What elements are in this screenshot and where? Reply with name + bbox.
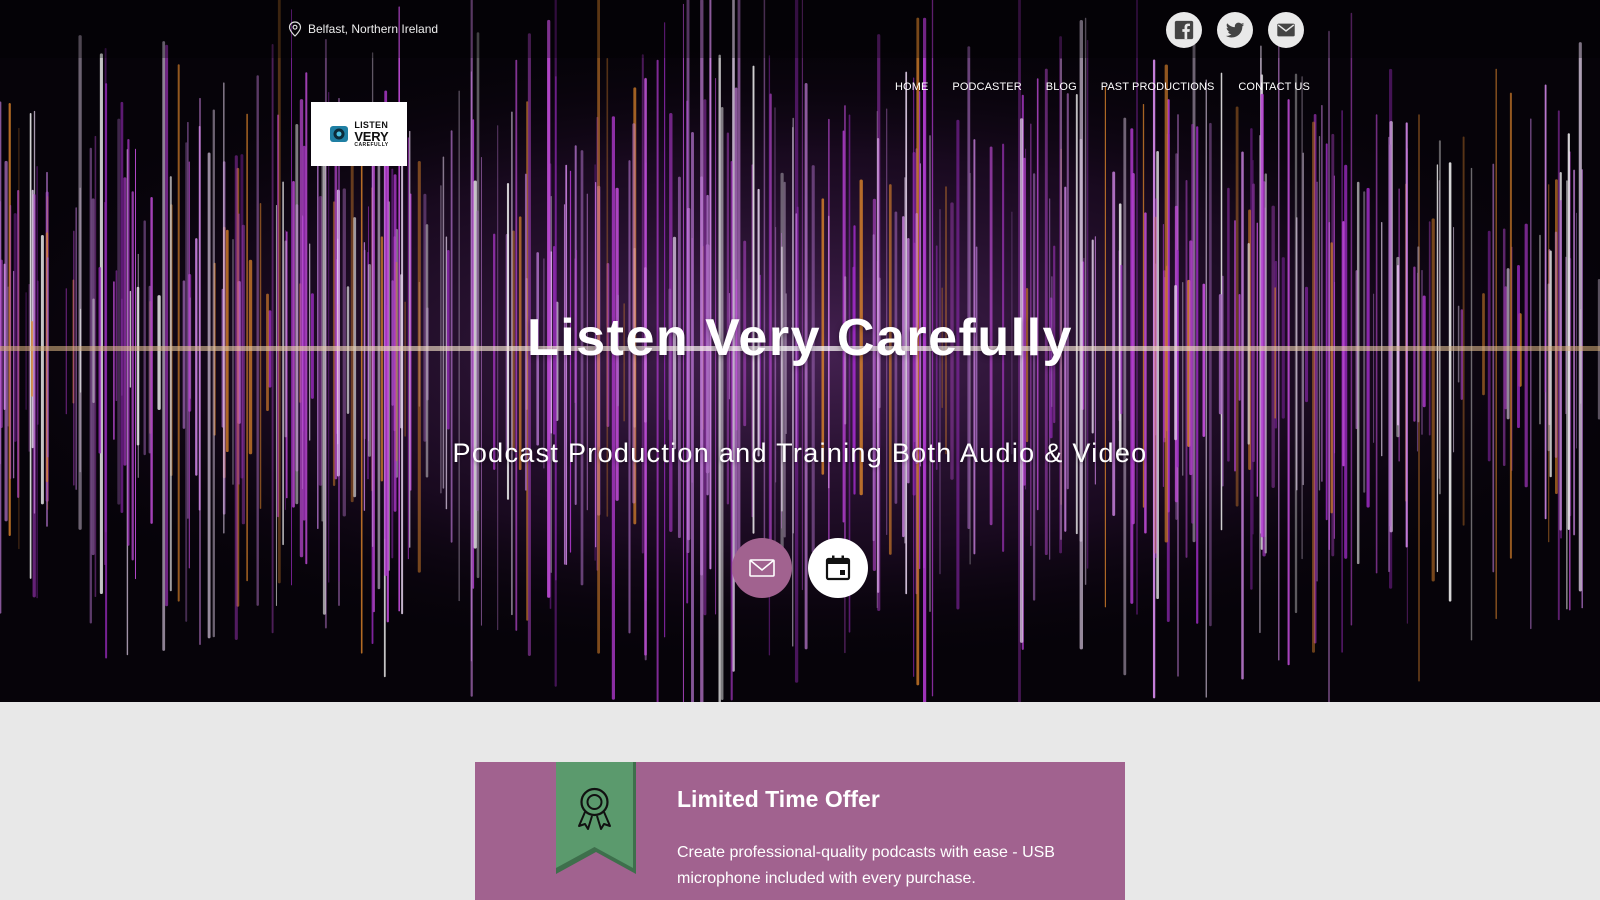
nav-past-productions[interactable]: PAST PRODUCTIONS bbox=[1101, 81, 1215, 93]
facebook-link[interactable] bbox=[1166, 12, 1202, 48]
logo-line-3: CAREFULLY bbox=[354, 141, 389, 148]
email-icon bbox=[1277, 23, 1295, 37]
calendar-icon bbox=[825, 555, 851, 581]
hero-title: Listen Very Carefully bbox=[527, 309, 1073, 367]
nav-contact-us[interactable]: CONTACT US bbox=[1238, 81, 1310, 93]
offer-title: Limited Time Offer bbox=[677, 786, 880, 812]
top-bar: Belfast, Northern Ireland bbox=[0, 0, 1600, 58]
book-calendar-button[interactable] bbox=[808, 538, 868, 598]
nav-blog[interactable]: BLOG bbox=[1046, 81, 1077, 93]
location-text: Belfast, Northern Ireland bbox=[308, 22, 439, 36]
hero-section: Belfast, Northern Ireland HOME PODCASTER… bbox=[0, 0, 1600, 702]
location-pin-icon bbox=[288, 21, 302, 37]
mail-icon bbox=[749, 559, 775, 577]
location: Belfast, Northern Ireland bbox=[288, 21, 438, 37]
hero-subtitle: Podcast Production and Training Both Aud… bbox=[452, 438, 1148, 468]
offer-text: Create professional-quality podcasts wit… bbox=[677, 844, 1055, 887]
logo-speaker-icon bbox=[330, 126, 349, 142]
logo-line-2: VERY bbox=[354, 128, 389, 144]
nav-podcaster[interactable]: PODCASTER bbox=[952, 81, 1021, 93]
award-ribbon-icon bbox=[556, 762, 636, 874]
offer-card: Limited Time Offer Create professional-q… bbox=[475, 762, 1125, 900]
twitter-link[interactable] bbox=[1217, 12, 1253, 48]
email-link[interactable] bbox=[1268, 12, 1304, 48]
main-nav: HOME PODCASTER BLOG PAST PRODUCTIONS CON… bbox=[895, 81, 1310, 93]
site-logo[interactable]: LISTEN VERY CAREFULLY bbox=[311, 102, 407, 166]
twitter-icon bbox=[1225, 22, 1245, 38]
nav-home[interactable]: HOME bbox=[895, 81, 928, 93]
contact-mail-button[interactable] bbox=[732, 538, 792, 598]
facebook-icon bbox=[1174, 20, 1194, 40]
